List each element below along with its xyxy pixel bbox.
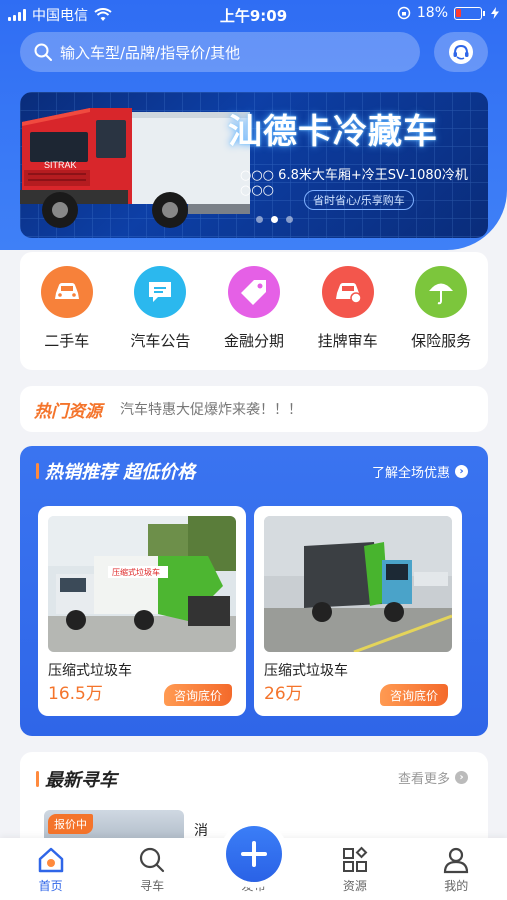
quick-item-label: 汽车公告 xyxy=(130,332,191,350)
section-accent-bar xyxy=(36,463,39,479)
inquire-price-button[interactable]: 咨询底价 xyxy=(163,684,232,706)
customer-service-button[interactable] xyxy=(434,32,488,72)
promo-banner[interactable]: SITRAK 汕德卡冷藏车 ○○○ 6.8米大车厢+冷王SV-1080冷机 ○○… xyxy=(20,92,488,238)
tab-profile[interactable]: 我的 xyxy=(416,845,496,894)
product-image xyxy=(264,516,452,652)
publish-button[interactable] xyxy=(226,826,282,882)
truck-illustration: SITRAK xyxy=(20,108,250,228)
battery-icon xyxy=(454,6,482,20)
grid-icon xyxy=(342,846,368,872)
hot-resources-bar[interactable]: 热门资源 汽车特惠大促爆炸来袭！！！ xyxy=(20,386,488,432)
plus-icon xyxy=(241,841,267,867)
message-icon xyxy=(134,266,187,318)
quick-item-label: 挂牌审车 xyxy=(317,332,378,350)
banner-slogan: 省时省心/乐享购车 xyxy=(304,190,414,210)
tag-icon xyxy=(227,266,280,318)
tab-label: 寻车 xyxy=(140,879,165,893)
banner-subtitle-text: 6.8米大车厢+冷王SV-1080冷机 xyxy=(278,168,468,183)
headset-icon xyxy=(449,40,473,64)
quick-item-finance[interactable]: 金融分期 xyxy=(214,266,294,370)
tab-home[interactable]: 首页 xyxy=(11,845,91,894)
search-input[interactable]: 输入车型/品牌/指导价/其他 xyxy=(20,32,420,72)
user-icon xyxy=(444,847,469,874)
battery-tip xyxy=(483,10,485,16)
carousel-dots[interactable] xyxy=(256,216,293,223)
svg-text:压缩式垃圾车: 压缩式垃圾车 xyxy=(112,567,160,577)
product-card[interactable]: 压缩式垃圾车 26万 咨询底价 xyxy=(254,506,462,716)
quick-item-announcement[interactable]: 汽车公告 xyxy=(120,266,200,370)
inquire-price-button[interactable]: 咨询底价 xyxy=(379,684,448,706)
tab-find-car[interactable]: 寻车 xyxy=(112,845,192,894)
quick-item-label: 二手车 xyxy=(44,332,90,350)
latest-title: 最新寻车 xyxy=(45,770,117,791)
quick-item-label: 保险服务 xyxy=(411,332,472,350)
recommend-more-label: 了解全场优惠 xyxy=(371,466,450,481)
hot-tag: 热门资源 xyxy=(34,401,102,422)
carousel-dot[interactable] xyxy=(256,216,263,223)
home-icon xyxy=(38,847,63,873)
car-plate-icon xyxy=(321,266,374,318)
charging-icon xyxy=(491,7,499,19)
status-badge: 报价中 xyxy=(48,814,93,834)
tab-resources[interactable]: 资源 xyxy=(315,845,395,894)
tab-label: 我的 xyxy=(444,879,469,893)
battery-percent: 18% xyxy=(416,5,448,21)
recommend-title: 热销推荐 超低价格 xyxy=(45,462,196,483)
latest-more-link[interactable]: 查看更多 › xyxy=(398,768,468,787)
product-image: 压缩式垃圾车 xyxy=(48,516,236,652)
quick-item-inspection[interactable]: 挂牌审车 xyxy=(308,266,388,370)
product-price: 16.5万 xyxy=(48,684,103,704)
wanted-item-title[interactable]: 消 xyxy=(194,820,208,840)
carousel-dot[interactable] xyxy=(286,216,293,223)
lock-rotation-icon xyxy=(397,6,411,20)
quick-item-insurance[interactable]: 保险服务 xyxy=(401,266,481,370)
search-icon xyxy=(139,847,165,873)
car-icon xyxy=(40,266,93,318)
quick-item-label: 金融分期 xyxy=(223,332,284,350)
quick-menu: 二手车 汽车公告 金融分期 挂牌审车 保险服务 xyxy=(20,252,488,370)
recommend-more-link[interactable]: 了解全场优惠 › xyxy=(372,462,468,481)
latest-more-label: 查看更多 xyxy=(397,772,450,787)
tab-label: 首页 xyxy=(38,879,63,893)
banner-title: 汕德卡冷藏车 xyxy=(228,112,438,152)
recommend-section: 热销推荐 超低价格 了解全场优惠 › 压缩式垃圾车 压缩式垃圾车 16.5万 咨… xyxy=(20,446,488,736)
chevron-right-icon: › xyxy=(455,771,468,784)
quick-item-used-car[interactable]: 二手车 xyxy=(27,266,107,370)
search-icon xyxy=(34,43,52,61)
product-name: 压缩式垃圾车 xyxy=(264,663,348,679)
tab-label: 资源 xyxy=(342,879,367,893)
status-bar: 中国电信 上午9:09 18% xyxy=(0,0,507,28)
product-price: 26万 xyxy=(264,684,303,704)
search-placeholder: 输入车型/品牌/指导价/其他 xyxy=(60,43,241,62)
hot-marquee-text[interactable]: 汽车特惠大促爆炸来袭！！！ xyxy=(120,399,302,419)
product-name: 压缩式垃圾车 xyxy=(48,663,132,679)
truck-brand-label: SITRAK xyxy=(44,160,77,170)
chevron-right-icon: › xyxy=(455,465,468,478)
umbrella-icon xyxy=(415,266,468,318)
section-accent-bar xyxy=(36,771,39,787)
carousel-dot-active[interactable] xyxy=(271,216,278,223)
product-card[interactable]: 压缩式垃圾车 压缩式垃圾车 16.5万 咨询底价 xyxy=(38,506,246,716)
